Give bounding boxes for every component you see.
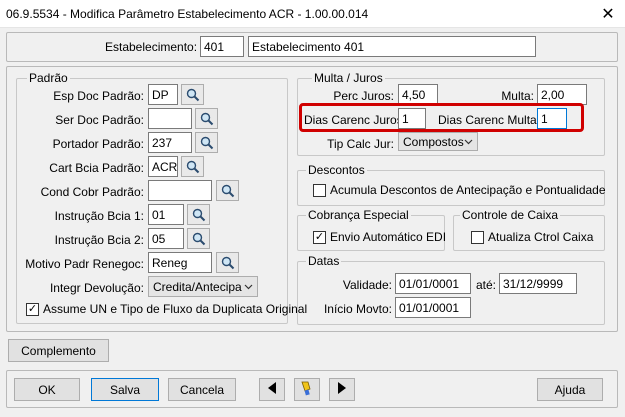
multa-juros-title: Multa / Juros: [312, 71, 385, 85]
integr-value: Credita/Antecipa: [153, 280, 242, 294]
tip-calc-value: Compostos: [403, 135, 464, 149]
search-icon[interactable]: [181, 156, 204, 177]
estabelecimento-label: Estabelecimento:: [105, 40, 198, 54]
padrao-title: Padrão: [27, 71, 70, 85]
instrucao2-label: Instrução Bcia 2:: [54, 233, 144, 247]
cond-cobr-input[interactable]: [148, 180, 212, 201]
envio-label: Envio Automático EDI: [330, 230, 447, 244]
envio-checkbox[interactable]: ✓ Envio Automático EDI: [313, 230, 446, 244]
ser-doc-input[interactable]: [148, 108, 192, 129]
search-icon[interactable]: [195, 108, 218, 129]
multa-label: Multa:: [501, 89, 534, 103]
perc-juros-label: Perc Juros:: [333, 89, 394, 103]
checkmark-icon: ✓: [313, 230, 326, 244]
tip-calc-select[interactable]: Compostos: [398, 132, 478, 151]
ate-label: até:: [476, 278, 497, 292]
previous-button[interactable]: [259, 378, 285, 401]
assume-label: Assume UN e Tipo de Fluxo da Duplicata O…: [43, 302, 308, 316]
acumula-label: Acumula Descontos de Antecipação e Pontu…: [330, 183, 606, 197]
chevron-down-icon: [244, 280, 253, 294]
estabelecimento-code-input[interactable]: 401: [200, 36, 244, 57]
search-icon[interactable]: [216, 252, 239, 273]
ser-doc-label: Ser Doc Padrão:: [55, 113, 144, 127]
controle-caixa-title: Controle de Caixa: [460, 208, 561, 222]
motivo-label: Motivo Padr Renegoc:: [25, 257, 144, 271]
motivo-input[interactable]: Reneg: [148, 252, 212, 273]
atualiza-label: Atualiza Ctrol Caixa: [488, 230, 594, 244]
acumula-checkbox[interactable]: Acumula Descontos de Antecipação e Pontu…: [313, 183, 606, 197]
integr-select[interactable]: Credita/Antecipa: [148, 276, 258, 297]
close-button[interactable]: ✕: [591, 0, 625, 28]
portador-label: Portador Padrão:: [52, 137, 144, 151]
arrow-right-icon: [337, 382, 347, 397]
highlight-box: [299, 103, 584, 132]
esp-doc-label: Esp Doc Padrão:: [53, 89, 144, 103]
inicio-input[interactable]: 01/01/0001: [395, 297, 471, 318]
tip-calc-label: Tip Calc Jur:: [327, 137, 394, 151]
portador-input[interactable]: 237: [148, 132, 192, 153]
assume-checkbox[interactable]: ✓ Assume UN e Tipo de Fluxo da Duplicata…: [26, 302, 307, 316]
datas-title: Datas: [306, 254, 342, 268]
search-icon[interactable]: [187, 228, 210, 249]
estabelecimento-name-input[interactable]: Estabelecimento 401: [248, 36, 536, 57]
window-title: 06.9.5534 - Modifica Parâmetro Estabelec…: [6, 7, 369, 21]
salva-button[interactable]: Salva: [91, 378, 159, 401]
close-icon: ✕: [601, 6, 615, 23]
validade-label: Validade:: [342, 278, 392, 292]
complemento-button[interactable]: Complemento: [8, 339, 109, 362]
descontos-title: Descontos: [306, 163, 367, 177]
atualiza-checkbox[interactable]: Atualiza Ctrol Caixa: [471, 230, 593, 244]
perc-juros-input[interactable]: 4,50: [398, 84, 438, 105]
instrucao2-input[interactable]: 05: [148, 228, 184, 249]
flashlight-icon: [299, 380, 315, 399]
title-bar: 06.9.5534 - Modifica Parâmetro Estabelec…: [0, 0, 625, 28]
multa-input[interactable]: 2,00: [537, 84, 587, 105]
search-icon[interactable]: [216, 180, 239, 201]
inicio-label: Início Movto:: [323, 302, 392, 316]
instrucao1-label: Instrução Bcia 1:: [54, 209, 144, 223]
validade-to-input[interactable]: 31/12/9999: [499, 273, 577, 294]
chevron-down-icon: [464, 135, 473, 149]
integr-label: Integr Devolução:: [49, 281, 144, 295]
cond-cobr-label: Cond Cobr Padrão:: [40, 185, 144, 199]
checkbox-empty-icon: [471, 230, 484, 244]
goto-button[interactable]: [294, 378, 320, 401]
checkbox-empty-icon: [313, 183, 326, 197]
arrow-left-icon: [267, 382, 277, 397]
instrucao1-input[interactable]: 01: [148, 204, 184, 225]
validade-from-input[interactable]: 01/01/0001: [395, 273, 471, 294]
next-button[interactable]: [329, 378, 355, 401]
checkmark-icon: ✓: [26, 302, 39, 316]
cancela-button[interactable]: Cancela: [168, 378, 236, 401]
ok-button[interactable]: OK: [14, 378, 80, 401]
esp-doc-input[interactable]: DP: [148, 84, 178, 105]
cobranca-title: Cobrança Especial: [306, 208, 411, 222]
search-icon[interactable]: [187, 204, 210, 225]
search-icon[interactable]: [181, 84, 204, 105]
cart-bcia-input[interactable]: ACR: [148, 156, 178, 177]
ajuda-button[interactable]: Ajuda: [537, 378, 603, 401]
cart-bcia-label: Cart Bcia Padrão:: [49, 161, 144, 175]
search-icon[interactable]: [195, 132, 218, 153]
